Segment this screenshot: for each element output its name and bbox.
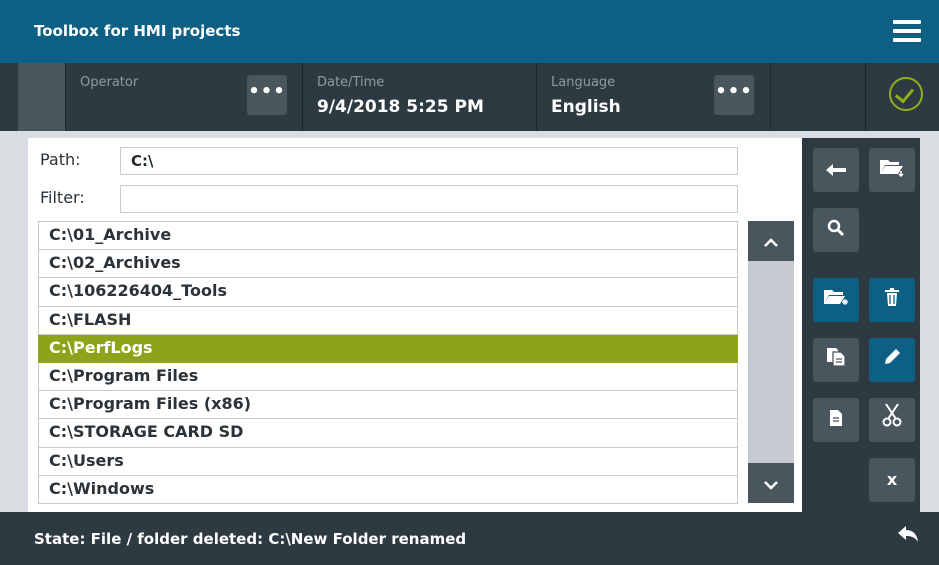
language-label: Language bbox=[551, 75, 616, 90]
search-icon bbox=[827, 219, 845, 237]
folder-import-icon bbox=[880, 160, 904, 178]
paste-button[interactable] bbox=[813, 398, 859, 442]
list-item[interactable]: C:\Users bbox=[38, 447, 738, 476]
return-icon[interactable] bbox=[897, 524, 919, 549]
import-folder-button[interactable] bbox=[869, 148, 915, 192]
language-cell: Language English ••• bbox=[536, 63, 770, 131]
file-browser: Path: C:\ Filter: C:\01_Archive C:\02_Ar… bbox=[28, 138, 802, 512]
filter-label: Filter: bbox=[40, 188, 85, 207]
datetime-label: Date/Time bbox=[317, 75, 385, 90]
operator-cell: Operator ••• bbox=[65, 63, 302, 131]
close-button[interactable]: x bbox=[869, 458, 915, 502]
header-stub bbox=[18, 63, 65, 131]
list-item-selected[interactable]: C:\PerfLogs bbox=[38, 334, 738, 363]
menu-icon[interactable] bbox=[893, 20, 921, 44]
filter-field[interactable] bbox=[120, 185, 738, 213]
scrollbar[interactable] bbox=[748, 221, 794, 503]
list-item[interactable]: C:\FLASH bbox=[38, 306, 738, 335]
datetime-value: 9/4/2018 5:25 PM bbox=[317, 97, 484, 117]
path-field[interactable]: C:\ bbox=[120, 147, 738, 175]
language-value: English bbox=[551, 97, 621, 117]
list-item[interactable]: C:\Program Files bbox=[38, 362, 738, 392]
rename-icon bbox=[885, 349, 900, 364]
list-item[interactable]: C:\Program Files (x86) bbox=[38, 391, 738, 420]
status-bar: State: File / folder deleted: C:\New Fol… bbox=[0, 512, 939, 565]
file-list: C:\01_Archive C:\02_Archives C:\10622640… bbox=[38, 221, 738, 504]
delete-icon bbox=[885, 288, 899, 306]
scroll-up-button[interactable] bbox=[748, 221, 794, 261]
rename-button[interactable] bbox=[869, 338, 915, 382]
operator-label: Operator bbox=[80, 75, 139, 90]
new-folder-button[interactable] bbox=[813, 278, 859, 322]
status-message: State: File / folder deleted: C:\New Fol… bbox=[34, 530, 467, 548]
new-folder-icon bbox=[824, 290, 848, 305]
back-arrow-icon bbox=[826, 164, 846, 176]
header-bar: Operator ••• Date/Time 9/4/2018 5:25 PM … bbox=[0, 63, 939, 131]
operator-more-button[interactable]: ••• bbox=[247, 75, 287, 115]
datetime-cell: Date/Time 9/4/2018 5:25 PM bbox=[302, 63, 536, 131]
list-item[interactable]: C:\02_Archives bbox=[38, 250, 738, 279]
list-item[interactable]: C:\01_Archive bbox=[38, 222, 738, 251]
path-label: Path: bbox=[40, 150, 81, 169]
copy-icon bbox=[827, 348, 846, 367]
list-item[interactable]: C:\Windows bbox=[38, 475, 738, 504]
checkmark-circle-icon[interactable] bbox=[889, 77, 923, 111]
cut-icon bbox=[882, 403, 902, 427]
list-item[interactable]: C:\106226404_Tools bbox=[38, 278, 738, 307]
cut-button[interactable] bbox=[869, 398, 915, 442]
app-title: Toolbox for HMI projects bbox=[34, 22, 241, 40]
chevron-down-icon bbox=[764, 481, 778, 490]
chevron-up-icon bbox=[764, 238, 778, 247]
header-empty-cell bbox=[770, 63, 865, 131]
list-item[interactable]: C:\STORAGE CARD SD bbox=[38, 419, 738, 448]
language-more-button[interactable]: ••• bbox=[714, 75, 754, 115]
back-button[interactable] bbox=[813, 148, 859, 192]
title-bar: Toolbox for HMI projects bbox=[0, 0, 939, 63]
delete-button[interactable] bbox=[869, 278, 915, 322]
search-button[interactable] bbox=[813, 208, 859, 252]
copy-button[interactable] bbox=[813, 338, 859, 382]
scroll-down-button[interactable] bbox=[748, 463, 794, 503]
paste-icon bbox=[830, 410, 842, 426]
tool-panel: x bbox=[802, 138, 920, 512]
